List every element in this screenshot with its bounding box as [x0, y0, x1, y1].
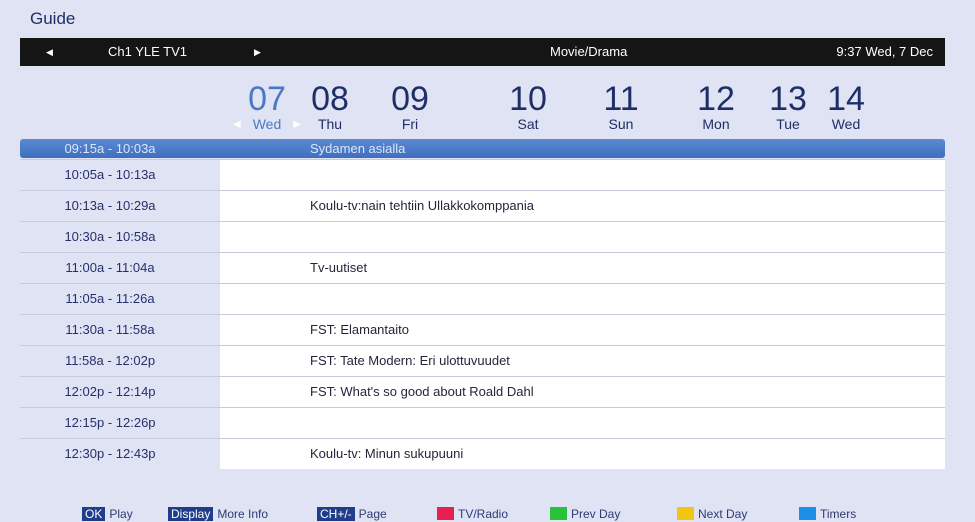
schedule-row[interactable]: 11:00a - 11:04a Tv-uutiset [20, 252, 945, 283]
schedule-row[interactable]: 12:15p - 12:26p [20, 407, 945, 438]
day-item[interactable]: 10 Sat [498, 82, 558, 131]
program-title [220, 284, 945, 314]
time-slot: 10:30a - 10:58a [20, 222, 220, 252]
day-of-week: Wed [831, 116, 861, 132]
ch-page-hint[interactable]: CH+/- Page [317, 506, 387, 522]
guide-title: Guide [30, 9, 76, 28]
day-number: 14 [827, 80, 865, 118]
program-title [220, 408, 945, 438]
time-slot: 10:13a - 10:29a [20, 191, 220, 221]
yellow-button-icon [677, 507, 694, 520]
red-label: TV/Radio [458, 507, 509, 521]
green-button-hint[interactable]: Prev Day [550, 506, 620, 522]
day-of-week: Sun [608, 116, 634, 132]
day-item[interactable]: 14 Wed [816, 82, 876, 131]
program-title: Tv-uutiset [220, 253, 945, 283]
schedule-row[interactable]: 11:30a - 11:58a FST: Elamantaito [20, 314, 945, 345]
program-title: FST: Tate Modern: Eri ulottuvuudet [220, 346, 945, 376]
triangle-left-icon[interactable]: ◀ [46, 38, 53, 66]
day-number: 11 [603, 80, 639, 118]
green-button-icon [550, 507, 567, 520]
day-number: 09 [391, 80, 429, 118]
ch-label: Page [358, 507, 387, 521]
day-number: 10 [509, 80, 547, 118]
time-slot: 11:58a - 12:02p [20, 346, 220, 376]
blue-label: Timers [820, 507, 857, 521]
schedule-row[interactable]: 12:02p - 12:14p FST: What's so good abou… [20, 376, 945, 407]
day-of-week: Mon [702, 116, 730, 132]
channel-bar: ◀ Ch1 YLE TV1 ▶ Movie/Drama 9:37 Wed, 7 … [20, 38, 945, 66]
program-title: FST: What's so good about Roald Dahl [220, 377, 945, 407]
day-number: 07 [248, 80, 286, 118]
time-slot: 12:30p - 12:43p [20, 439, 220, 469]
ch-key: CH+/- [317, 507, 355, 521]
day-item[interactable]: 08 Thu [300, 82, 360, 131]
time-slot: 10:05a - 10:13a [20, 160, 220, 190]
display-key: Display [168, 507, 214, 521]
program-title: Koulu-tv:nain tehtiin Ullakkokomppania [220, 191, 945, 221]
program-title: Sydamen asialla [220, 139, 945, 158]
ok-play-hint[interactable]: OK Play [82, 506, 133, 522]
green-label: Prev Day [571, 507, 621, 521]
schedule-row[interactable]: 11:05a - 11:26a [20, 283, 945, 314]
day-selector: 07 Wed ◀ ▶ 08 Thu 09 Fri 10 Sat 11 Sun 1… [220, 82, 945, 134]
yellow-button-hint[interactable]: Next Day [677, 506, 747, 522]
day-item[interactable]: 07 Wed ◀ ▶ [233, 80, 301, 132]
genre-label: Movie/Drama [550, 44, 628, 59]
day-number: 08 [311, 80, 349, 118]
day-item[interactable]: 13 Tue [758, 82, 818, 131]
day-item[interactable]: 09 Fri [380, 82, 440, 131]
schedule-list: 09:15a - 10:03a Sydamen asialla 10:05a -… [20, 139, 945, 469]
day-number: 13 [769, 80, 807, 118]
program-title: FST: Elamantaito [220, 315, 945, 345]
schedule-row[interactable]: 09:15a - 10:03a Sydamen asialla [20, 139, 945, 158]
day-of-week: Sat [517, 116, 539, 132]
schedule-row[interactable]: 10:05a - 10:13a [20, 159, 945, 190]
day-item[interactable]: 11 Sun [591, 82, 651, 131]
day-item[interactable]: 12 Mon [686, 82, 746, 131]
day-of-week: Wed [252, 116, 282, 132]
yellow-label: Next Day [698, 507, 748, 521]
channel-name[interactable]: Ch1 YLE TV1 [108, 38, 187, 66]
ok-label: Play [109, 507, 133, 521]
ok-key: OK [82, 507, 106, 521]
blue-button-hint[interactable]: Timers [799, 506, 856, 522]
red-button-icon [437, 507, 454, 520]
time-slot: 09:15a - 10:03a [20, 139, 220, 158]
time-slot: 11:00a - 11:04a [20, 253, 220, 283]
triangle-left-icon: ◀ [233, 119, 241, 130]
blue-button-icon [799, 507, 816, 520]
schedule-row[interactable]: 10:30a - 10:58a [20, 221, 945, 252]
time-slot: 11:30a - 11:58a [20, 315, 220, 345]
time-slot: 12:02p - 12:14p [20, 377, 220, 407]
day-number: 12 [697, 80, 735, 118]
schedule-row[interactable]: 10:13a - 10:29a Koulu-tv:nain tehtiin Ul… [20, 190, 945, 221]
program-title [220, 222, 945, 252]
red-button-hint[interactable]: TV/Radio [437, 506, 508, 522]
display-label: More Info [217, 507, 269, 521]
program-title [220, 160, 945, 190]
program-title: Koulu-tv: Minun sukupuuni [220, 439, 945, 469]
triangle-right-icon[interactable]: ▶ [254, 38, 261, 66]
day-of-week: Tue [776, 116, 800, 132]
day-of-week: Thu [317, 116, 343, 132]
day-of-week: Fri [401, 116, 419, 132]
schedule-row[interactable]: 11:58a - 12:02p FST: Tate Modern: Eri ul… [20, 345, 945, 376]
display-info-hint[interactable]: Display More Info [168, 506, 268, 522]
schedule-row[interactable]: 12:30p - 12:43p Koulu-tv: Minun sukupuun… [20, 438, 945, 469]
clock: 9:37 Wed, 7 Dec [836, 44, 933, 59]
button-legend: OK Play Display More Info CH+/- Page TV/Rad… [0, 506, 975, 522]
time-slot: 12:15p - 12:26p [20, 408, 220, 438]
time-slot: 11:05a - 11:26a [20, 284, 220, 314]
